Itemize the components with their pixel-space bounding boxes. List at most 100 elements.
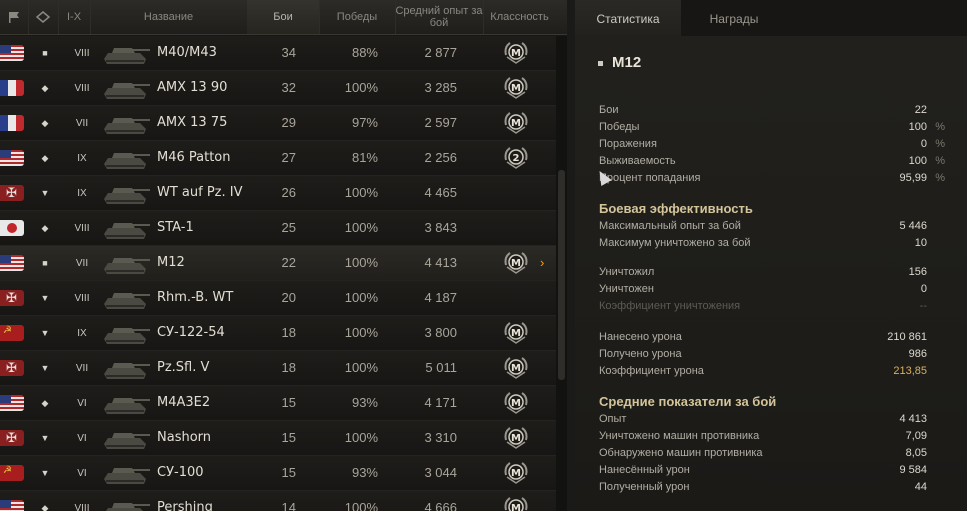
stat-label: Поражения xyxy=(599,138,657,150)
mastery-badge-icon: M xyxy=(503,251,529,275)
avg-xp-value: 3 843 xyxy=(424,220,457,235)
flag-icon xyxy=(0,430,24,446)
stat-label: Нанесённый урон xyxy=(599,464,690,476)
stat-label: Уничтожил xyxy=(599,266,655,278)
stat-label: Бои xyxy=(599,104,619,116)
battles-value: 26 xyxy=(281,185,296,200)
tank-icon xyxy=(100,249,152,277)
table-row[interactable]: ▼ VI Nashorn 15 100% 3 310 M xyxy=(0,421,556,456)
sort-name-button[interactable]: Название xyxy=(90,0,248,34)
tab-awards[interactable]: Награды xyxy=(681,0,787,36)
table-row[interactable]: ◆ VII AMX 13 75 29 97% 2 597 M xyxy=(0,106,556,141)
tank-icon xyxy=(100,214,152,242)
wins-value: 81% xyxy=(351,150,378,165)
stat-row: Нанесено урона 210 861 xyxy=(599,331,945,347)
mastery-badge-icon: M xyxy=(503,321,529,345)
tank-icon xyxy=(100,179,152,207)
battles-value: 27 xyxy=(281,150,296,165)
wins-value: 100% xyxy=(344,500,378,511)
table-header: I-X Название Бои Победы Средний опыт за … xyxy=(0,0,567,35)
sort-class-button[interactable]: Классность xyxy=(483,0,556,34)
stat-label: Максимальный опыт за бой xyxy=(599,220,741,232)
name-header-label: Название xyxy=(143,11,194,23)
stat-row: Опыт 4 413 xyxy=(599,413,945,429)
stat-value: 210 861 xyxy=(887,331,927,343)
sort-tier-button[interactable]: I-X xyxy=(58,0,91,34)
vehicle-name: СУ-122-54 xyxy=(157,325,225,340)
table-row[interactable]: ◆ VIII STA-1 25 100% 3 843 xyxy=(0,211,556,246)
avg-xp-header-label: Средний опыт за бой xyxy=(395,5,483,29)
mastery-badge-label: M xyxy=(511,83,521,94)
mastery-badge-icon: M xyxy=(503,41,529,65)
stat-row: Поражения 0% xyxy=(599,138,945,154)
section-title: Боевая эффективность xyxy=(599,201,753,216)
sort-battles-button[interactable]: Бои xyxy=(247,0,320,34)
tank-type-icon: ◆ xyxy=(41,82,49,93)
scrollbar[interactable] xyxy=(556,36,567,511)
vehicle-name: Nashorn xyxy=(157,430,212,445)
chevron-right-icon: › xyxy=(540,255,545,270)
tier-label: VIII xyxy=(74,47,90,59)
sort-nation-button[interactable] xyxy=(0,0,29,34)
mastery-badge-icon: M xyxy=(503,391,529,415)
mastery-badge-icon: M xyxy=(503,496,529,511)
stat-value: 156 xyxy=(908,266,927,278)
table-row[interactable]: ▼ VIII Rhm.-B. WT 20 100% 4 187 xyxy=(0,281,556,316)
tab-bar: Статистика Награды xyxy=(575,0,967,36)
tier-label: IX xyxy=(77,327,87,339)
stat-value: 5 446 xyxy=(899,220,927,232)
wins-value: 100% xyxy=(344,80,378,95)
vehicle-name: Pershing xyxy=(157,500,213,511)
tier-label: VI xyxy=(77,432,87,444)
mastery-badge-label: M xyxy=(511,398,521,409)
stat-label: Получено урона xyxy=(599,348,682,360)
mastery-badge-label: M xyxy=(511,258,521,269)
table-row[interactable]: ▼ IX WT auf Pz. IV 26 100% 4 465 xyxy=(0,176,556,211)
table-row[interactable]: ◆ VIII Pershing 14 100% 4 666 M xyxy=(0,491,556,511)
flag-icon xyxy=(0,45,24,61)
stat-unit: % xyxy=(935,121,945,133)
battles-value: 15 xyxy=(281,465,296,480)
table-row[interactable]: ■ VII M12 22 100% 4 413 M › xyxy=(0,246,556,281)
table-row[interactable]: ■ VIII M40/M43 34 88% 2 877 M xyxy=(0,36,556,71)
avg-xp-value: 5 011 xyxy=(425,360,457,375)
tier-label: VIII xyxy=(74,82,90,94)
tank-type-icon: ▼ xyxy=(40,433,50,443)
mastery-badge-icon: M xyxy=(503,76,529,100)
table-row[interactable]: ▼ VII Pz.Sfl. V 18 100% 5 011 M xyxy=(0,351,556,386)
tank-icon xyxy=(100,494,152,511)
vehicle-list-panel: I-X Название Бои Победы Средний опыт за … xyxy=(0,0,567,511)
class-header-label: Классность xyxy=(490,11,549,23)
flag-icon xyxy=(0,360,24,376)
flag-icon xyxy=(0,290,24,306)
scrollbar-thumb[interactable] xyxy=(558,170,565,380)
mastery-badge-icon: M xyxy=(503,426,529,450)
avg-xp-value: 4 413 xyxy=(424,255,457,270)
tank-type-icon: ▼ xyxy=(40,293,50,303)
avg-xp-value: 4 171 xyxy=(424,395,457,410)
stat-value: 100 xyxy=(908,155,927,167)
table-row[interactable]: ▼ IX СУ-122-54 18 100% 3 800 M xyxy=(0,316,556,351)
tab-statistics[interactable]: Статистика xyxy=(575,0,681,36)
mastery-badge-label: M xyxy=(511,503,521,511)
sort-avg-xp-button[interactable]: Средний опыт за бой xyxy=(395,0,484,34)
flag-icon xyxy=(0,465,24,481)
tier-label: VII xyxy=(75,117,89,129)
sort-type-button[interactable] xyxy=(28,0,59,34)
stat-row: Получено урона 986 xyxy=(599,348,945,364)
vehicle-name: СУ-100 xyxy=(157,465,204,480)
table-row[interactable]: ◆ VIII AMX 13 90 32 100% 3 285 M xyxy=(0,71,556,106)
tank-type-icon: ◆ xyxy=(41,222,49,233)
stat-value: 8,05 xyxy=(905,447,927,459)
vehicle-title: M12 xyxy=(598,54,641,71)
flag-icon xyxy=(0,80,24,96)
sort-wins-button[interactable]: Победы xyxy=(319,0,396,34)
vehicle-name: M12 xyxy=(157,255,185,270)
stat-value: 22 xyxy=(914,104,927,116)
tank-icon xyxy=(100,319,152,347)
table-row[interactable]: ◆ IX M46 Patton 27 81% 2 256 2 xyxy=(0,141,556,176)
stat-row: Максимальный опыт за бой 5 446 xyxy=(599,220,945,236)
table-row[interactable]: ▼ VI СУ-100 15 93% 3 044 M xyxy=(0,456,556,491)
table-row[interactable]: ◆ VI M4A3E2 15 93% 4 171 M xyxy=(0,386,556,421)
stat-row: Максимум уничтожено за бой 10 xyxy=(599,237,945,253)
